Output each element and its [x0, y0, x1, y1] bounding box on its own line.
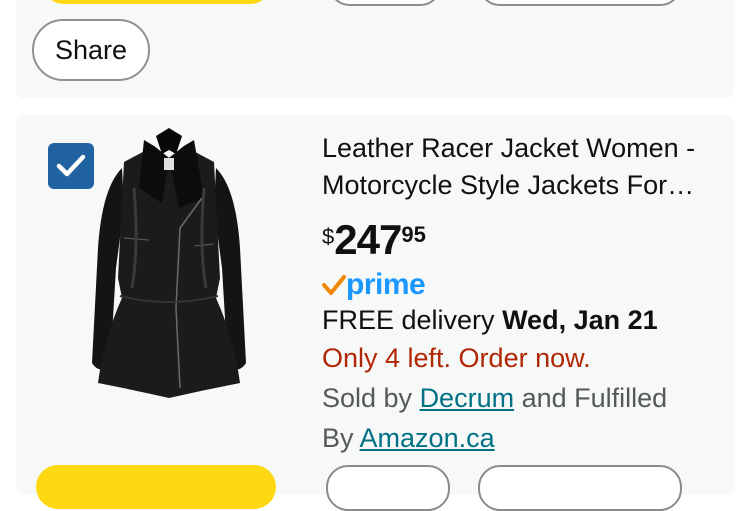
- prime-check-icon: [322, 275, 346, 295]
- stock-notice: Only 4 left. Order now.: [322, 343, 591, 373]
- price: $ 247 95: [322, 216, 426, 264]
- price-fraction: 95: [401, 222, 426, 247]
- fulfilled-by-line: By Amazon.ca: [322, 423, 495, 454]
- delivery-prefix: FREE delivery: [322, 305, 503, 335]
- sold-by-line: Sold by Decrum and Fulfilled: [322, 383, 667, 414]
- price-currency: $: [322, 224, 335, 249]
- product-image[interactable]: [84, 128, 254, 403]
- add-to-cart-button[interactable]: [36, 465, 276, 509]
- quantity-button[interactable]: [326, 465, 450, 511]
- sold-by-prefix: Sold by: [322, 383, 420, 413]
- item-action-button[interactable]: [478, 465, 682, 511]
- item-info: Leather Racer Jacket Women - Motorcycle …: [322, 130, 722, 453]
- previous-action-button[interactable]: [478, 0, 682, 6]
- fulfilled-text: and Fulfilled: [514, 383, 668, 413]
- by-prefix: By: [322, 423, 360, 453]
- prime-badge: prime: [322, 268, 426, 302]
- share-button-label: Share: [54, 34, 128, 65]
- previous-quantity-button[interactable]: [328, 0, 442, 6]
- share-button[interactable]: Share: [32, 19, 150, 81]
- product-title[interactable]: Leather Racer Jacket Women - Motorcycle …: [322, 130, 722, 204]
- previous-add-to-cart-button[interactable]: [42, 0, 272, 4]
- price-whole: 247: [334, 216, 402, 263]
- seller-link[interactable]: Decrum: [420, 383, 515, 413]
- delivery-info: FREE delivery Wed, Jan 21: [322, 305, 658, 336]
- delivery-date: Wed, Jan 21: [502, 305, 658, 335]
- fulfiller-link[interactable]: Amazon.ca: [360, 423, 495, 453]
- checkmark-icon: [56, 154, 86, 177]
- prime-label: prime: [346, 268, 426, 301]
